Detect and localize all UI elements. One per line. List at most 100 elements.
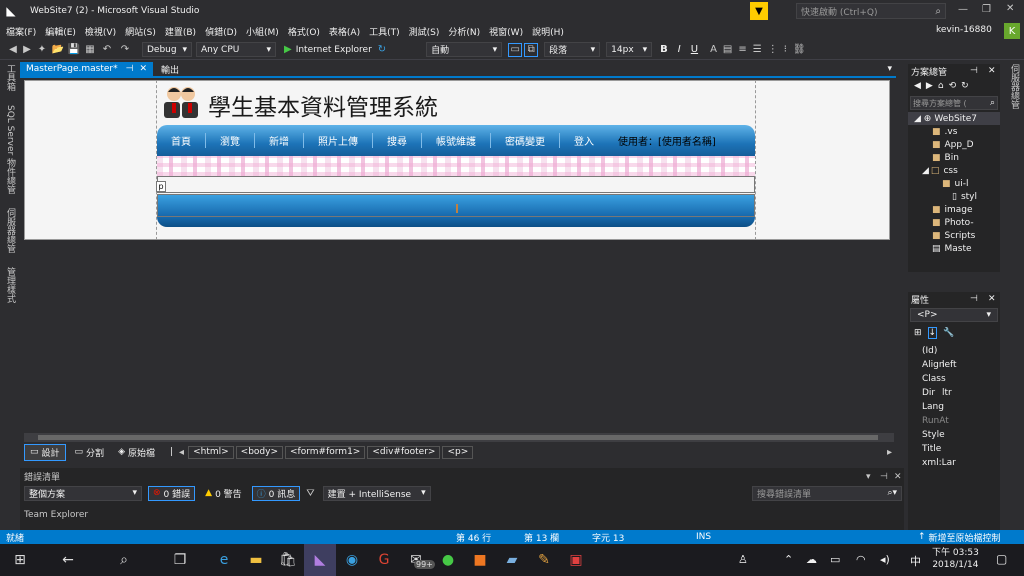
tree-website[interactable]: ◢ ⊕ WebSite7	[908, 112, 1000, 125]
menu-file[interactable]: 檔案(F)	[6, 25, 36, 38]
team-explorer-tab[interactable]: Team Explorer	[24, 510, 88, 520]
menu-build[interactable]: 建置(B)	[165, 25, 196, 38]
scrollbar-thumb[interactable]	[38, 435, 878, 440]
prop-row[interactable]: Style	[908, 428, 1000, 442]
mail-icon[interactable]: ✉99+	[400, 544, 435, 576]
windows-start-icon[interactable]: ⊞	[0, 544, 40, 576]
user-avatar[interactable]: K	[1004, 23, 1020, 39]
chrome-icon[interactable]: G	[368, 544, 400, 576]
back-icon[interactable]: ◀	[914, 81, 921, 91]
block-format-select[interactable]: 段落 ▾	[544, 42, 601, 57]
tree-app-data[interactable]: ■ App_D	[908, 138, 1000, 151]
save-icon[interactable]: 💾	[66, 44, 82, 55]
pin-icon[interactable]: ⊣	[970, 66, 978, 76]
align-left-icon[interactable]: ≡	[738, 44, 746, 55]
nav-login[interactable]: 登入	[560, 133, 608, 148]
nav-account[interactable]: 帳號維護	[422, 133, 491, 148]
menu-analyze[interactable]: 分析(N)	[448, 25, 480, 38]
browser-select[interactable]: Internet Explorer	[296, 45, 372, 55]
back-icon[interactable]: ←	[40, 544, 96, 576]
categorized-icon[interactable]: ⊞	[914, 328, 922, 338]
new-project-icon[interactable]: ✦	[34, 44, 50, 55]
breadcrumb-footer[interactable]: <div#footer>	[367, 445, 441, 459]
font-color-icon[interactable]: A	[710, 44, 717, 55]
prop-row[interactable]: Class	[908, 372, 1000, 386]
forward-icon[interactable]: ▶	[926, 81, 933, 91]
notes-icon[interactable]: ▰	[496, 544, 528, 576]
visual-studio-icon[interactable]: ◣	[304, 544, 336, 576]
menu-edit[interactable]: 編輯(E)	[45, 25, 76, 38]
design-view-button[interactable]: ▭ 設計	[24, 443, 66, 461]
back-icon[interactable]: ◀	[6, 44, 20, 55]
menu-window[interactable]: 視窗(W)	[489, 25, 523, 38]
prop-row[interactable]: (Id)	[908, 344, 1000, 358]
close-icon[interactable]: ✕	[139, 64, 147, 74]
filter-icon[interactable]: ⛛	[306, 488, 314, 499]
volume-icon[interactable]: ◂)	[880, 553, 890, 566]
tree-ui[interactable]: ■ ui-l	[908, 177, 1000, 190]
media-icon[interactable]: ◉	[336, 544, 368, 576]
breadcrumb-form[interactable]: <form#form1>	[285, 445, 366, 459]
menu-view[interactable]: 檢視(V)	[85, 25, 116, 38]
split-view-button[interactable]: ▭ 分割	[70, 445, 110, 460]
menu-website[interactable]: 網站(S)	[125, 25, 156, 38]
nav-add[interactable]: 新增	[255, 133, 304, 148]
onedrive-icon[interactable]: ☁	[806, 553, 817, 566]
breadcrumb-right-icon[interactable]: ▸	[887, 447, 892, 458]
highlight-icon[interactable]: ▤	[723, 44, 732, 55]
sync-icon[interactable]: ⟲	[949, 81, 957, 91]
nav-photo-upload[interactable]: 照片上傳	[304, 133, 373, 148]
task-view-icon[interactable]: ❐	[152, 544, 208, 576]
menu-tools[interactable]: 工具(T)	[369, 25, 400, 38]
error-search-input[interactable]: 搜尋錯誤清單 ⌕▾	[752, 485, 902, 501]
link-icon[interactable]: ⛓	[793, 44, 806, 55]
redo-icon[interactable]: ↷	[116, 44, 134, 55]
office-icon[interactable]: ■	[464, 544, 496, 576]
paint-icon[interactable]: ✎	[528, 544, 560, 576]
split-view-icon[interactable]: ⧉	[524, 42, 539, 57]
alphabetical-icon[interactable]: ↓	[927, 327, 938, 339]
search-icon[interactable]: ⌕	[96, 544, 152, 576]
run-icon[interactable]: ▶	[284, 44, 292, 55]
numbering-icon[interactable]: ⁝	[784, 44, 787, 55]
toolbox-tab[interactable]: 工具箱	[4, 64, 17, 91]
prop-row[interactable]: Lang	[908, 400, 1000, 414]
properties-object-select[interactable]: <P> ▾	[910, 308, 998, 322]
server-explorer-tab[interactable]: 伺服器總管	[1008, 64, 1021, 109]
wifi-icon[interactable]: ◠	[856, 553, 866, 566]
tab-output[interactable]: 輸出	[161, 63, 179, 76]
tree-photo[interactable]: ■ Photo-	[908, 216, 1000, 229]
pin-icon[interactable]: ⊣	[880, 472, 888, 482]
build-select[interactable]: 建置 + IntelliSense ▾	[322, 485, 431, 501]
messages-filter[interactable]: ⓘ 0 訊息	[251, 485, 301, 501]
menu-debug[interactable]: 偵錯(D)	[205, 25, 237, 38]
refresh-icon[interactable]: ↻	[378, 44, 386, 55]
prop-row[interactable]: Dir ltr	[908, 386, 1000, 400]
pin-icon[interactable]: ⊣	[126, 64, 134, 74]
tree-scripts[interactable]: ■ Scripts	[908, 229, 1000, 242]
warnings-filter[interactable]: ▲ 0 警告	[201, 486, 246, 501]
close-button[interactable]: ✕	[1006, 3, 1014, 14]
bold-button[interactable]: B	[660, 44, 668, 55]
notification-flag-icon[interactable]: ▼	[750, 2, 768, 20]
news-icon[interactable]: ▣	[560, 544, 592, 576]
bullets-icon[interactable]: ⋮	[768, 44, 778, 55]
prop-row[interactable]: Title	[908, 442, 1000, 456]
nav-home[interactable]: 首頁	[157, 133, 206, 148]
nav-password[interactable]: 密碼變更	[491, 133, 560, 148]
horizontal-scrollbar[interactable]	[24, 433, 894, 442]
scope-select[interactable]: 整個方案 ▾	[24, 485, 142, 501]
user-name[interactable]: kevin-16880	[936, 25, 992, 35]
undo-icon[interactable]: ↶	[98, 44, 116, 55]
solution-search-input[interactable]: 搜尋方案總管 (⌕	[910, 96, 998, 110]
notifications-icon[interactable]: ▢	[996, 552, 1007, 566]
tree-masterpage[interactable]: ▤ Maste	[908, 242, 1000, 255]
menu-help[interactable]: 說明(H)	[532, 25, 564, 38]
breadcrumb-p[interactable]: <p>	[442, 445, 474, 459]
tree-css[interactable]: ◢ □ css	[908, 164, 1000, 177]
underline-button[interactable]: U	[691, 44, 698, 55]
maximize-button[interactable]: ❐	[982, 4, 991, 15]
design-view-icon[interactable]: ▭	[508, 42, 523, 57]
property-pages-icon[interactable]: 🔧	[943, 328, 954, 338]
open-file-icon[interactable]: 📂	[50, 44, 66, 55]
